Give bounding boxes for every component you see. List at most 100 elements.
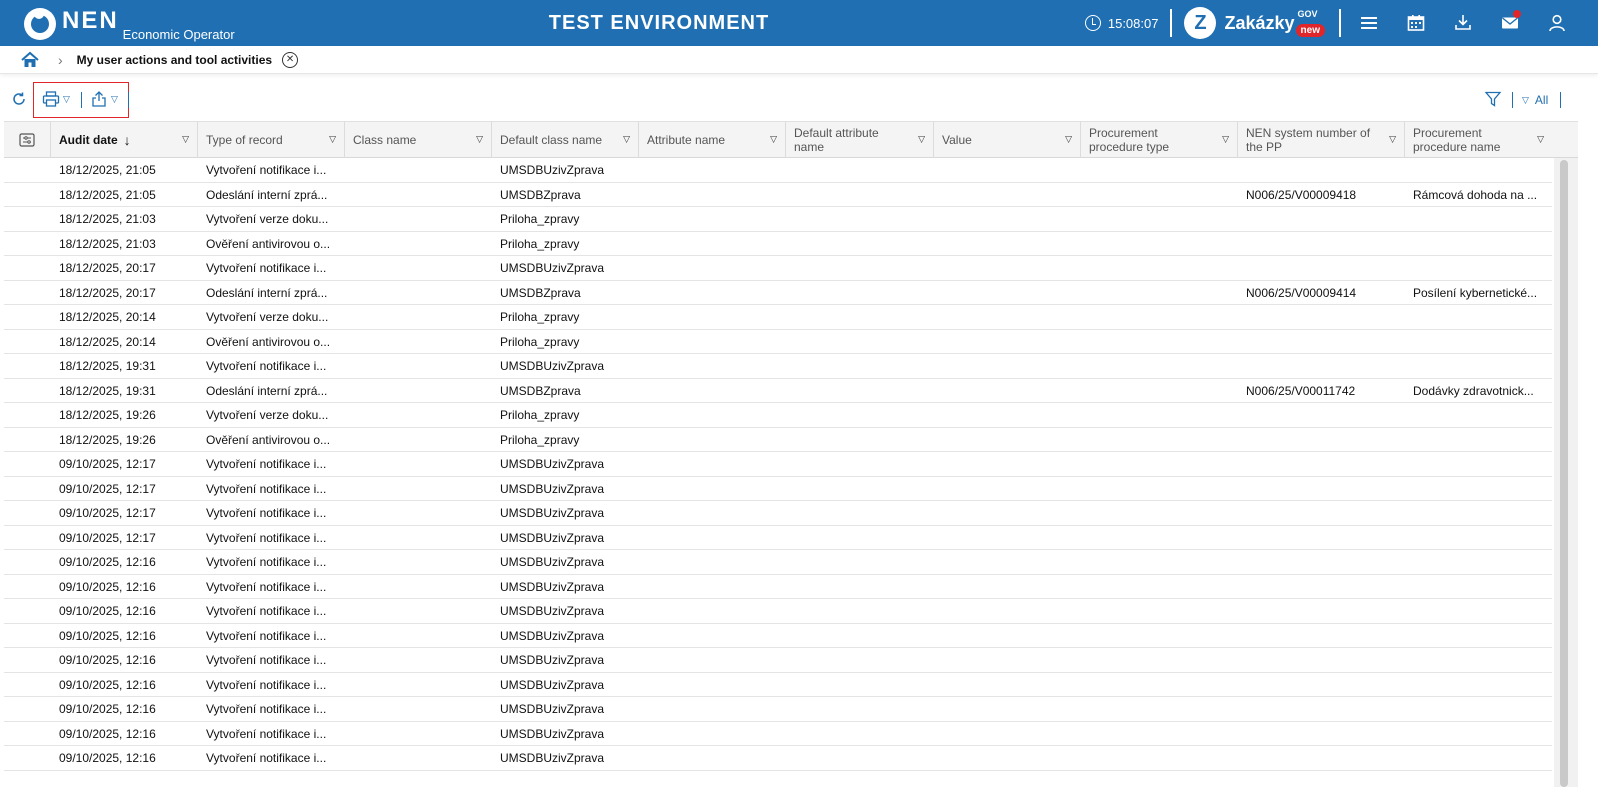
zakazky-brand: Zakázky	[1224, 12, 1295, 33]
vertical-scrollbar[interactable]	[1554, 158, 1578, 787]
table-row[interactable]: 18/12/2025, 19:26 Ověření antivirovou o..…	[4, 428, 1552, 452]
table-row[interactable]: 09/10/2025, 12:16 Vytvoření notifikace i.…	[4, 746, 1552, 771]
column-header-type-of-record[interactable]: Type of record ▽	[198, 122, 345, 158]
cell-default-class-name: UMSDBUzivZprava	[500, 359, 605, 373]
print-menu-button[interactable]: ▽	[42, 90, 70, 108]
cell-nen-system-number	[1238, 550, 1405, 574]
table-row[interactable]: 09/10/2025, 12:16 Vytvoření notifikace i.…	[4, 673, 1552, 697]
cell-procurement-procedure-name	[1405, 673, 1545, 697]
export-menu-button[interactable]: ▽	[90, 90, 118, 108]
cell-default-class-name: UMSDBUzivZprava	[500, 628, 605, 643]
header-divider	[1339, 9, 1341, 37]
cell-procurement-procedure-name	[1405, 452, 1545, 476]
menu-button[interactable]	[1345, 0, 1392, 46]
column-filter-icon[interactable]: ▽	[623, 134, 630, 145]
cell-nen-system-number	[1238, 158, 1405, 182]
toolbar-divider	[81, 92, 82, 108]
table-row[interactable]: 09/10/2025, 12:17 Vytvoření notifikace i.…	[4, 501, 1552, 526]
column-header-procurement-procedure-type[interactable]: Procurement procedure type ▽	[1081, 122, 1238, 158]
column-header-value[interactable]: Value ▽	[934, 122, 1081, 158]
toolbar-divider	[1512, 92, 1513, 108]
table-row[interactable]: 09/10/2025, 12:17 Vytvoření notifikace i.…	[4, 477, 1552, 501]
cell-default-class-name: UMSDBUzivZprava	[500, 163, 605, 177]
cell-nen-system-number	[1238, 575, 1405, 599]
table-row[interactable]: 09/10/2025, 12:17 Vytvoření notifikace i.…	[4, 526, 1552, 550]
cell-type-of-record: Ověření antivirovou o...	[206, 236, 331, 251]
column-filter-icon[interactable]: ▽	[476, 134, 483, 145]
scrollbar-thumb[interactable]	[1560, 160, 1568, 787]
cell-type-of-record: Odeslání interní zprá...	[206, 383, 328, 398]
refresh-button[interactable]	[10, 90, 28, 108]
cell-audit-date: 18/12/2025, 19:26	[59, 408, 156, 422]
column-header-procurement-procedure-name[interactable]: Procurement procedure name ▽	[1405, 122, 1552, 158]
messages-button[interactable]	[1486, 0, 1533, 46]
zakazky-logo-icon: Z	[1184, 7, 1217, 39]
table-row[interactable]: 18/12/2025, 20:14 Ověření antivirovou o..…	[4, 330, 1552, 354]
filter-button[interactable]	[1484, 90, 1502, 108]
column-filter-icon[interactable]: ▽	[918, 134, 925, 145]
cell-audit-date: 18/12/2025, 20:14	[59, 334, 156, 349]
column-filter-icon[interactable]: ▽	[1065, 134, 1072, 145]
column-header-default-attribute-name[interactable]: Default attribute name ▽	[786, 122, 934, 158]
table-row[interactable]: 09/10/2025, 12:16 Vytvoření notifikace i.…	[4, 648, 1552, 673]
table-row[interactable]: 18/12/2025, 20:14 Vytvoření verze doku...…	[4, 305, 1552, 330]
column-filter-icon[interactable]: ▽	[329, 134, 336, 145]
filter-preset-select[interactable]: ▽ All	[1522, 93, 1548, 107]
cell-audit-date: 09/10/2025, 12:17	[59, 530, 156, 545]
column-header-nen-system-number[interactable]: NEN system number of the PP ▽	[1238, 122, 1405, 158]
cell-nen-system-number	[1238, 599, 1405, 623]
user-profile-button[interactable]	[1533, 0, 1580, 46]
column-filter-icon[interactable]: ▽	[1222, 134, 1229, 145]
cell-type-of-record: Vytvoření notifikace i...	[206, 506, 327, 520]
cell-audit-date: 18/12/2025, 21:03	[59, 212, 156, 226]
cell-default-class-name: UMSDBUzivZprava	[500, 481, 605, 496]
column-header-default-class-name[interactable]: Default class name ▽	[492, 122, 639, 158]
column-filter-icon[interactable]: ▽	[1537, 134, 1544, 145]
cell-nen-system-number	[1238, 452, 1405, 476]
cell-procurement-procedure-name	[1405, 330, 1545, 354]
cell-audit-date: 09/10/2025, 12:17	[59, 457, 156, 471]
cell-default-class-name: Priloha_zpravy	[500, 310, 580, 324]
cell-default-class-name: UMSDBUzivZprava	[500, 751, 605, 765]
home-icon[interactable]	[20, 50, 40, 70]
column-header-class-name[interactable]: Class name ▽	[345, 122, 492, 158]
table-row[interactable]: 18/12/2025, 20:17 Odeslání interní zprá..…	[4, 281, 1552, 305]
table-row[interactable]: 09/10/2025, 12:16 Vytvoření notifikace i.…	[4, 722, 1552, 746]
table-row[interactable]: 09/10/2025, 12:16 Vytvoření notifikace i.…	[4, 697, 1552, 722]
cell-procurement-procedure-name	[1405, 526, 1545, 550]
table-row[interactable]: 18/12/2025, 19:26 Vytvoření verze doku...…	[4, 403, 1552, 428]
close-tab-icon[interactable]: ✕	[282, 51, 299, 68]
column-header-attribute-name[interactable]: Attribute name ▽	[639, 122, 786, 158]
column-header-audit-date[interactable]: Audit date ↓ ▽	[51, 122, 198, 158]
cell-default-class-name: UMSDBUzivZprava	[500, 726, 605, 741]
table-row[interactable]: 18/12/2025, 19:31 Vytvoření notifikace i.…	[4, 354, 1552, 379]
column-filter-icon[interactable]: ▽	[182, 134, 189, 145]
unread-indicator	[1513, 10, 1521, 18]
cell-procurement-procedure-name	[1405, 648, 1545, 672]
zakazky-gov-link[interactable]: Z Zakázky GOV new	[1184, 7, 1325, 39]
cell-type-of-record: Vytvoření notifikace i...	[206, 604, 327, 618]
table-row[interactable]: 18/12/2025, 20:17 Vytvoření notifikace i.…	[4, 256, 1552, 281]
table-row[interactable]: 09/10/2025, 12:16 Vytvoření notifikace i.…	[4, 550, 1552, 575]
cell-audit-date: 09/10/2025, 12:16	[59, 579, 156, 594]
chevron-down-icon: ▽	[1522, 94, 1529, 105]
download-button[interactable]	[1439, 0, 1486, 46]
calendar-button[interactable]	[1392, 0, 1439, 46]
cell-audit-date: 18/12/2025, 19:31	[59, 359, 156, 373]
table-row[interactable]: 09/10/2025, 12:16 Vytvoření notifikace i.…	[4, 599, 1552, 624]
cell-nen-system-number	[1238, 354, 1405, 378]
table-row[interactable]: 09/10/2025, 12:16 Vytvoření notifikace i.…	[4, 575, 1552, 599]
audit-grid: Audit date ↓ ▽ Type of record ▽ Class nam…	[4, 121, 1578, 787]
table-row[interactable]: 09/10/2025, 12:17 Vytvoření notifikace i.…	[4, 452, 1552, 477]
table-row[interactable]: 18/12/2025, 19:31 Odeslání interní zprá..…	[4, 379, 1552, 403]
table-row[interactable]: 18/12/2025, 21:03 Vytvoření verze doku...…	[4, 207, 1552, 232]
column-filter-icon[interactable]: ▽	[1389, 134, 1396, 145]
table-row[interactable]: 09/10/2025, 12:16 Vytvoření notifikace i.…	[4, 624, 1552, 648]
column-filter-icon[interactable]: ▽	[770, 134, 777, 145]
table-row[interactable]: 18/12/2025, 21:05 Odeslání interní zprá..…	[4, 183, 1552, 207]
table-row[interactable]: 18/12/2025, 21:03 Ověření antivirovou o..…	[4, 232, 1552, 256]
cell-nen-system-number	[1238, 697, 1405, 721]
table-row[interactable]: 18/12/2025, 21:05 Vytvoření notifikace i.…	[4, 158, 1552, 183]
column-settings-button[interactable]	[4, 122, 51, 158]
cell-procurement-procedure-name	[1405, 599, 1545, 623]
